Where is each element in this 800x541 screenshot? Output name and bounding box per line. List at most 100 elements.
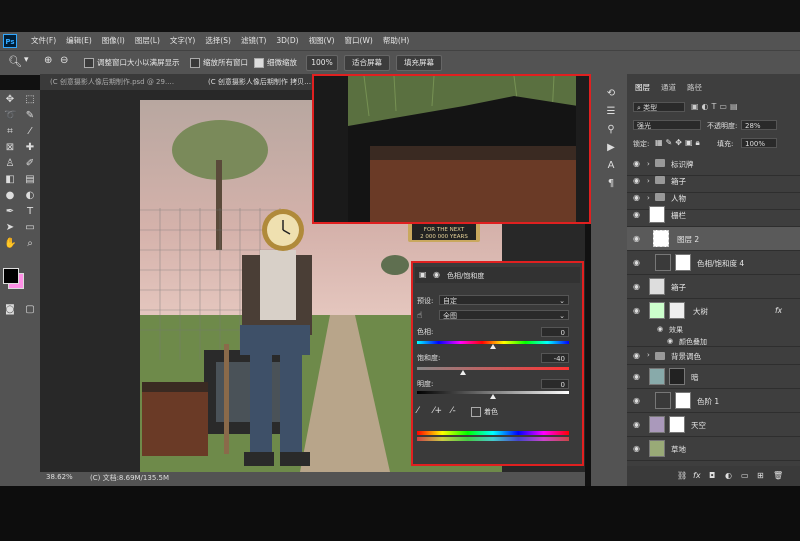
menu-help[interactable]: 帮助(H) xyxy=(378,32,415,50)
eye-icon[interactable]: ◉ xyxy=(633,234,640,243)
colorize-option[interactable]: 着色 xyxy=(471,407,498,417)
chevron-down-icon[interactable]: ▾ xyxy=(24,55,29,65)
eye-icon[interactable]: ◉ xyxy=(633,372,640,381)
effects-row[interactable]: ◉ 效果 xyxy=(627,323,800,335)
color-overlay-row[interactable]: ◉ 颜色叠加 xyxy=(627,335,800,347)
layer-row-sky[interactable]: ◉ 天空 xyxy=(627,413,800,437)
zoom-level[interactable]: 38.62% xyxy=(46,473,73,481)
eye-icon[interactable]: ◉ xyxy=(657,325,663,333)
menu-edit[interactable]: 编辑(E) xyxy=(61,32,97,50)
move-tool-icon[interactable]: ✥ xyxy=(4,94,16,106)
hand-tool-icon[interactable]: ✋ xyxy=(4,238,16,250)
hue-slider-thumb[interactable] xyxy=(490,344,496,349)
document-size[interactable]: (C) 文档:8.69M/135.5M xyxy=(90,473,169,483)
eye-icon[interactable]: ◉ xyxy=(633,420,640,429)
scrubby-zoom-option[interactable]: 细微缩放 xyxy=(254,57,297,68)
tab-document-2[interactable]: (C 创意摄影人像后期制作 拷贝… xyxy=(208,74,312,90)
fill-input[interactable]: 100% xyxy=(741,138,777,148)
resize-windows-option[interactable]: 调整窗口大小以满屏显示 xyxy=(84,57,180,68)
add-mask-icon[interactable]: ◘ xyxy=(709,471,715,480)
tab-channels[interactable]: 通道 xyxy=(661,82,676,93)
eye-icon[interactable]: ◉ xyxy=(633,176,640,185)
menu-layer[interactable]: 图层(L) xyxy=(130,32,165,50)
chevron-right-icon[interactable]: › xyxy=(647,194,650,202)
opacity-input[interactable]: 28% xyxy=(741,120,777,130)
frame-tool-icon[interactable]: ⊠ xyxy=(4,142,16,154)
chevron-right-icon[interactable]: › xyxy=(647,160,650,168)
paragraph-icon[interactable]: ¶ xyxy=(605,178,617,190)
menu-type[interactable]: 文字(Y) xyxy=(165,32,200,50)
fit-screen-button[interactable]: 适合屏幕 xyxy=(344,55,390,71)
saturation-value[interactable]: -40 xyxy=(541,353,569,363)
new-layer-icon[interactable]: ⊞ xyxy=(757,471,764,480)
eye-icon[interactable]: ◉ xyxy=(633,306,640,315)
link-icon[interactable]: ⛓ xyxy=(677,471,687,480)
saturation-slider-thumb[interactable] xyxy=(459,370,466,375)
blend-mode-select[interactable]: 强光 xyxy=(633,120,701,130)
eyedropper-tool-icon[interactable]: ⁄ xyxy=(24,126,36,138)
gradient-tool-icon[interactable]: ▤ xyxy=(24,174,36,186)
hue-value[interactable]: 0 xyxy=(541,327,569,337)
app-logo-icon[interactable]: Ps xyxy=(3,34,17,48)
layer-row-grass[interactable]: ◉ 草地 xyxy=(627,437,800,461)
zoom-100-button[interactable]: 100% xyxy=(306,55,338,71)
mask-icon[interactable]: ◉ xyxy=(433,270,440,279)
layer-row-fence[interactable]: ◉ 栅栏 xyxy=(627,203,800,227)
eye-icon[interactable]: ◉ xyxy=(633,444,640,453)
stamp-tool-icon[interactable]: ♙ xyxy=(4,158,16,170)
menu-view[interactable]: 视图(V) xyxy=(304,32,340,50)
tab-layers[interactable]: 图层 xyxy=(635,82,650,93)
path-select-tool-icon[interactable]: ➤ xyxy=(4,222,16,234)
eye-icon[interactable]: ◉ xyxy=(633,210,640,219)
character-icon[interactable]: A xyxy=(605,160,617,172)
lock-icons[interactable]: ▦✎✥▣🔒︎ xyxy=(655,138,703,148)
eraser-tool-icon[interactable]: ◧ xyxy=(4,174,16,186)
dodge-tool-icon[interactable]: ◐ xyxy=(24,190,36,202)
lightness-slider-thumb[interactable] xyxy=(490,394,496,399)
fx-icon[interactable]: fx xyxy=(775,306,782,315)
properties-icon[interactable]: ☰ xyxy=(605,106,617,118)
zoom-all-option[interactable]: 缩放所有窗口 xyxy=(190,57,248,68)
eye-icon[interactable]: ◉ xyxy=(633,193,640,202)
layer-row-dark[interactable]: ◉ 暗 xyxy=(627,365,800,389)
blur-tool-icon[interactable]: ● xyxy=(4,190,16,202)
zoom-out-icon[interactable]: ⊖ xyxy=(60,55,68,66)
lightness-value[interactable]: 0 xyxy=(541,379,569,389)
adjustments-icon[interactable]: ⚲ xyxy=(605,124,617,136)
scrubby-zoom-checkbox[interactable] xyxy=(254,58,264,68)
layer-row-layer-2[interactable]: ◉ 图层 2 xyxy=(627,227,800,251)
fx-menu-icon[interactable]: fx xyxy=(693,471,701,480)
shape-tool-icon[interactable]: ▭ xyxy=(24,222,36,234)
adjustment-layer-icon[interactable]: ◐ xyxy=(725,471,732,480)
pen-tool-icon[interactable]: ✒ xyxy=(4,206,16,218)
saturation-slider-track[interactable] xyxy=(417,367,569,370)
channel-select[interactable]: 全图 ⌄ xyxy=(439,310,569,320)
crop-tool-icon[interactable]: ⌗ xyxy=(4,126,16,138)
new-group-icon[interactable]: ▭ xyxy=(741,471,749,480)
menu-select[interactable]: 选择(S) xyxy=(200,32,236,50)
chevron-right-icon[interactable]: › xyxy=(647,351,650,359)
screen-mode-icon[interactable]: ▢ xyxy=(24,304,36,316)
layer-row-box-layer[interactable]: ◉ 箱子 xyxy=(627,275,800,299)
eyedropper-minus-icon[interactable]: ⁄- xyxy=(451,406,456,416)
brush-tool-icon[interactable]: ✐ xyxy=(24,158,36,170)
layer-filter-icons[interactable]: ▣◐T▭▤ xyxy=(691,102,741,111)
preset-select[interactable]: 自定 ⌄ xyxy=(439,295,569,305)
quick-mask-icon[interactable]: ◙ xyxy=(4,304,16,316)
zoom-tool-icon[interactable]: ⌕ xyxy=(24,238,36,250)
fill-screen-button[interactable]: 填充屏幕 xyxy=(396,55,442,71)
quick-select-tool-icon[interactable]: ✎ xyxy=(24,110,36,122)
menu-window[interactable]: 窗口(W) xyxy=(340,32,378,50)
trash-icon[interactable]: 🗑︎ xyxy=(773,471,783,480)
lasso-tool-icon[interactable]: ➰ xyxy=(4,110,16,122)
foreground-color-swatch[interactable] xyxy=(3,268,19,284)
zoom-in-icon[interactable]: ⊕ xyxy=(44,55,52,66)
chevron-right-icon[interactable]: › xyxy=(647,177,650,185)
filter-kind-select[interactable]: ⌕ 类型 xyxy=(633,102,685,112)
layer-row-bg-grading[interactable]: ◉ › 背景调色 xyxy=(627,347,800,365)
eye-icon[interactable]: ◉ xyxy=(633,351,640,360)
menu-3d[interactable]: 3D(D) xyxy=(271,32,303,50)
layer-row-levels-1[interactable]: ◉ 色阶 1 xyxy=(627,389,800,413)
marquee-tool-icon[interactable]: ⬚ xyxy=(24,94,36,106)
eye-icon[interactable]: ◉ xyxy=(633,282,640,291)
